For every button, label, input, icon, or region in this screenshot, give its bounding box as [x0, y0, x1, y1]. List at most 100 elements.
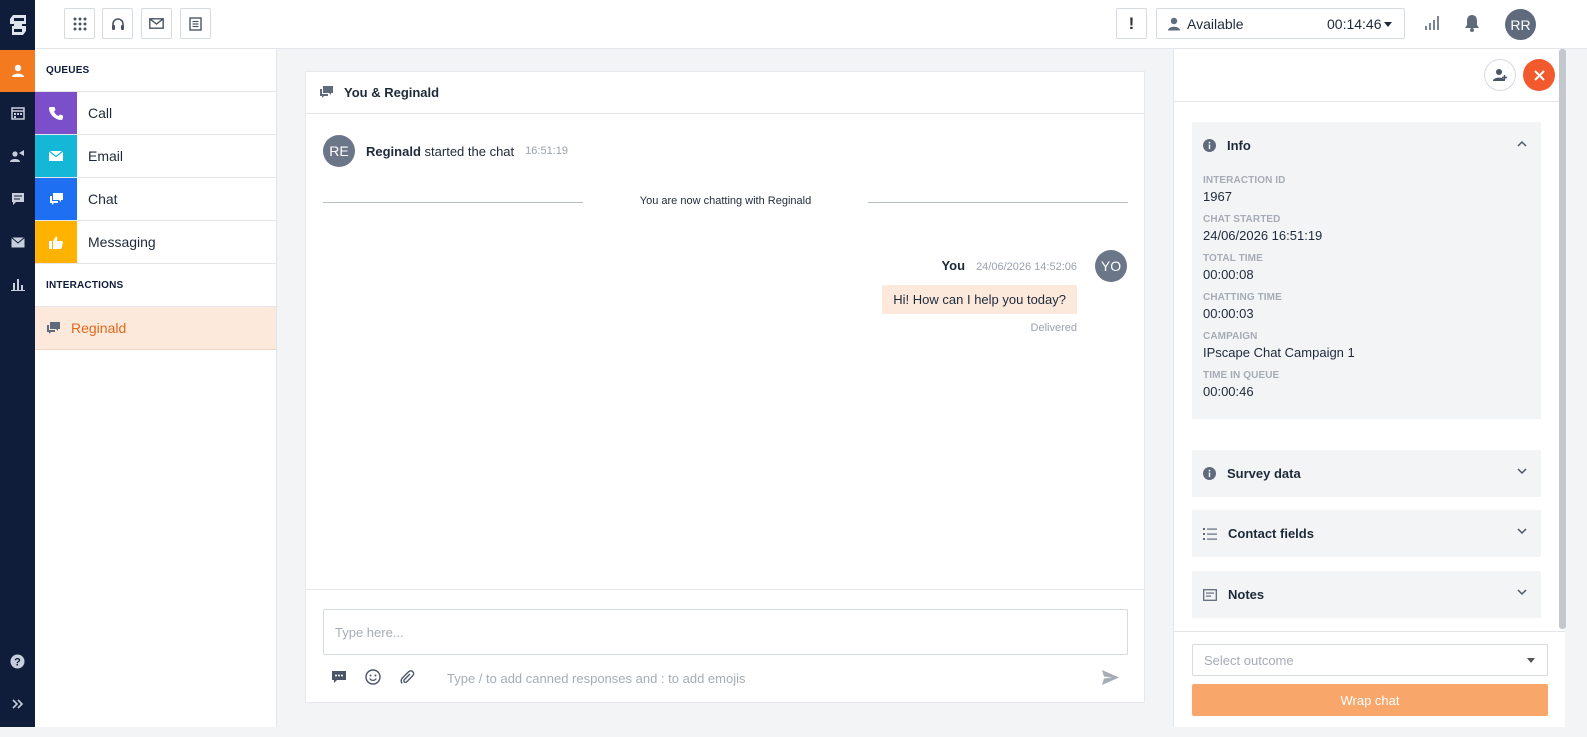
list-icon — [1203, 527, 1217, 540]
rail-reports-icon[interactable] — [0, 263, 35, 305]
message-bubble: Hi! How can I help you today? — [882, 285, 1077, 314]
help-icon[interactable]: ? — [0, 640, 35, 682]
signal-icon[interactable] — [1425, 16, 1439, 33]
contact-fields-title: Contact fields — [1228, 526, 1314, 541]
headset-button[interactable] — [102, 8, 133, 39]
info-field: INTERACTION ID 1967 — [1203, 175, 1286, 204]
message-datetime: 24/06/2026 14:52:06 — [976, 261, 1077, 273]
info-field: TIME IN QUEUE 00:00:46 — [1203, 370, 1280, 399]
app-logo — [0, 0, 35, 49]
compose-hint: Type / to add canned responses and : to … — [447, 671, 746, 686]
notes-icon — [1203, 588, 1217, 601]
status-dropdown[interactable]: Available 00:14:46 — [1156, 8, 1405, 39]
info-field: CHATTING TIME 00:00:03 — [1203, 292, 1282, 321]
info-field: CHAT STARTED 24/06/2026 16:51:19 — [1203, 214, 1323, 243]
interaction-label: Reginald — [71, 320, 127, 336]
chevron-down-icon — [1517, 589, 1527, 596]
add-user-icon — [1492, 69, 1507, 81]
chat-window: You & Reginald RE Reginald started the c… — [305, 71, 1145, 703]
chat-bubbles-icon — [47, 321, 60, 334]
rail-email-icon[interactable] — [0, 221, 35, 263]
notes-card: Notes — [1192, 571, 1541, 618]
status-timer: 00:14:46 — [1327, 15, 1382, 32]
left-rail: ? — [0, 0, 35, 727]
info-field: CAMPAIGN IPscape Chat Campaign 1 — [1203, 331, 1355, 360]
participant-name: Reginald — [366, 143, 421, 159]
notes-header[interactable]: Notes — [1192, 571, 1541, 618]
queue-item-email[interactable]: Email — [35, 135, 276, 178]
survey-card: Survey data — [1192, 450, 1541, 497]
event-text: started the chat — [424, 143, 515, 159]
envelope-icon — [149, 18, 164, 29]
queues-heading: QUEUES — [35, 49, 276, 92]
avatar: YO — [1095, 250, 1127, 282]
info-fields: INTERACTION ID 1967 CHAT STARTED 24/06/202… — [1192, 169, 1541, 419]
contact-fields-header[interactable]: Contact fields — [1192, 510, 1541, 557]
expand-rail-icon[interactable] — [0, 683, 35, 725]
notebook-icon — [189, 16, 202, 31]
chat-title: You & Reginald — [344, 85, 440, 100]
send-icon[interactable] — [1102, 670, 1119, 688]
email-button[interactable] — [141, 8, 172, 39]
assign-user-button[interactable] — [1484, 59, 1516, 91]
top-bar: ! Available 00:14:46 RR — [35, 0, 1587, 49]
contact-fields-card: Contact fields — [1192, 510, 1541, 557]
close-icon — [1533, 69, 1545, 81]
queue-item-chat[interactable]: Chat — [35, 178, 276, 221]
chat-header: You & Reginald — [306, 72, 1144, 114]
chevron-down-icon — [1384, 22, 1392, 27]
wrap-chat-button[interactable]: Wrap chat — [1192, 684, 1548, 716]
message-meta: You 24/06/2026 14:52:06 — [941, 258, 1077, 273]
chat-start-event: RE Reginald started the chat 16:51:19 — [323, 135, 568, 167]
chevron-up-icon — [1517, 140, 1527, 147]
compose-area: Type / to add canned responses and : to … — [306, 589, 1144, 703]
queue-label: Call — [88, 105, 113, 121]
emoji-icon[interactable] — [365, 669, 381, 685]
details-panel: Info INTERACTION ID 1967 CHAT STARTED 24/0… — [1173, 49, 1566, 727]
queue-item-messaging[interactable]: Messaging — [35, 221, 276, 264]
queue-label: Chat — [88, 191, 118, 207]
svg-text:?: ? — [14, 656, 21, 668]
chat-divider: You are now chatting with Reginald — [323, 195, 1128, 207]
outcome-select[interactable]: Select outcome — [1192, 644, 1548, 676]
close-button[interactable] — [1523, 59, 1555, 91]
survey-header[interactable]: Survey data — [1192, 450, 1541, 497]
queue-label: Email — [88, 148, 124, 164]
info-field: TOTAL TIME 00:00:08 — [1203, 253, 1263, 282]
queue-item-call[interactable]: Call — [35, 92, 276, 135]
thumbs-up-icon — [35, 221, 77, 263]
survey-title: Survey data — [1227, 466, 1301, 481]
divider-text: You are now chatting with Reginald — [639, 195, 812, 207]
message-sender: You — [941, 258, 966, 273]
info-icon — [1203, 139, 1216, 152]
alert-button[interactable]: ! — [1116, 8, 1147, 39]
message-input[interactable] — [323, 609, 1128, 655]
avatar: RE — [323, 135, 355, 167]
phone-icon — [35, 92, 77, 134]
event-time: 16:51:19 — [525, 145, 568, 157]
dialpad-button[interactable] — [64, 8, 95, 39]
dialpad-icon — [73, 17, 86, 30]
notes-button[interactable] — [180, 8, 211, 39]
user-avatar[interactable]: RR — [1505, 9, 1536, 40]
interactions-heading: INTERACTIONS — [35, 264, 276, 307]
queues-panel: QUEUES Call Email Chat Messaging INTERAC… — [35, 49, 277, 727]
canned-responses-icon[interactable] — [331, 670, 347, 684]
envelope-icon — [35, 135, 77, 177]
interaction-item-reginald[interactable]: Reginald — [35, 307, 276, 350]
outcome-area: Select outcome Wrap chat — [1174, 631, 1566, 727]
info-card: Info INTERACTION ID 1967 CHAT STARTED 24/0… — [1192, 122, 1541, 419]
message-status: Delivered — [1030, 322, 1077, 334]
rail-chat-icon[interactable] — [0, 178, 35, 220]
outcome-placeholder: Select outcome — [1204, 652, 1294, 668]
paperclip-icon[interactable] — [399, 669, 415, 685]
status-label: Available — [1187, 15, 1244, 32]
rail-calendar-icon[interactable] — [0, 92, 35, 134]
rail-transfer-icon[interactable] — [0, 135, 35, 177]
notes-title: Notes — [1228, 587, 1265, 602]
info-icon — [1203, 467, 1216, 480]
info-header[interactable]: Info — [1192, 122, 1541, 169]
bell-icon[interactable] — [1464, 14, 1480, 35]
rail-contacts-icon[interactable] — [0, 50, 35, 92]
scrollbar[interactable] — [1559, 49, 1566, 629]
